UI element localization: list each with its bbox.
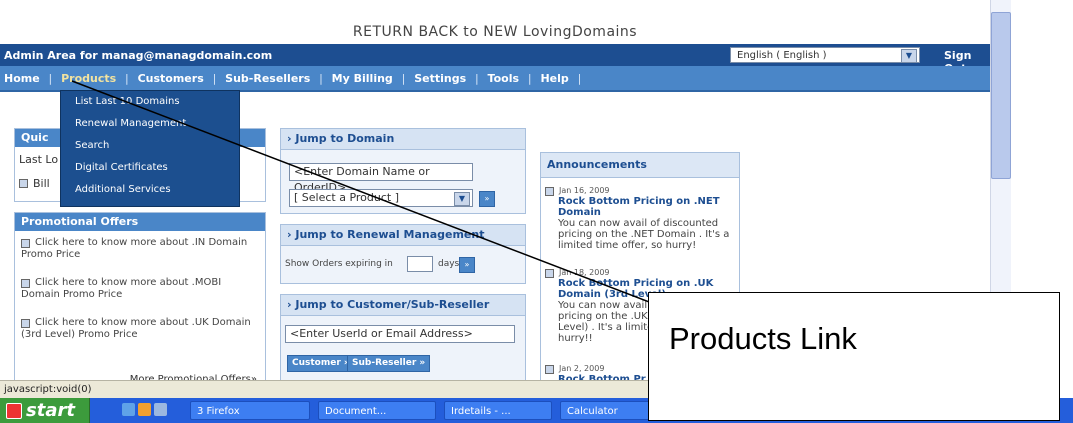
nav-separator: | bbox=[474, 72, 479, 85]
windows-logo-icon bbox=[6, 403, 22, 419]
start-button[interactable]: start bbox=[0, 398, 90, 423]
jump-to-domain-title: › Jump to Domain bbox=[281, 129, 525, 150]
jump-to-customer-box: › Jump to Customer/Sub-Reseller <Enter U… bbox=[280, 294, 526, 382]
main-nav: Home | Products | Customers | Sub-Resell… bbox=[0, 66, 990, 92]
bullet-icon bbox=[21, 319, 30, 328]
ie-icon[interactable] bbox=[122, 403, 135, 416]
nav-separator: | bbox=[48, 72, 53, 85]
vertical-scrollbar-thumb[interactable] bbox=[991, 12, 1011, 179]
menu-item-search[interactable]: Search bbox=[61, 135, 239, 157]
promo-item[interactable]: Click here to know more about .MOBI Doma… bbox=[21, 277, 256, 301]
promo-item[interactable]: Click here to know more about .UK Domain… bbox=[21, 317, 256, 341]
quick-billing-item[interactable]: Bill bbox=[19, 177, 50, 190]
announcement-body: You can now avail of discounted pricing … bbox=[558, 218, 730, 251]
nav-settings[interactable]: Settings bbox=[414, 72, 466, 85]
product-select[interactable]: [ Select a Product ] ▼ bbox=[289, 189, 473, 207]
nav-separator: | bbox=[527, 72, 532, 85]
nav-products[interactable]: Products bbox=[61, 72, 116, 85]
jump-domain-go-button[interactable]: » bbox=[479, 191, 495, 207]
quick-last-login: Last Lo bbox=[19, 153, 59, 166]
nav-separator: | bbox=[319, 72, 323, 85]
return-to-new-link[interactable]: RETURN BACK to NEW LovingDomains bbox=[0, 24, 990, 40]
menu-item-digital-certificates[interactable]: Digital Certificates bbox=[61, 157, 239, 179]
start-label: start bbox=[26, 400, 75, 421]
language-select[interactable]: English ( English ) ▼ bbox=[730, 47, 920, 63]
chevron-down-icon[interactable]: ▼ bbox=[454, 192, 470, 206]
nav-separator: | bbox=[125, 72, 129, 85]
bullet-icon bbox=[21, 279, 30, 288]
bullet-icon bbox=[545, 365, 554, 374]
firefox-icon[interactable] bbox=[138, 403, 151, 416]
renewal-label-after: days bbox=[438, 259, 460, 269]
domain-order-input[interactable]: <Enter Domain Name or OrderID> bbox=[289, 163, 473, 194]
sub-reseller-button[interactable]: Sub-Reseller » bbox=[347, 355, 431, 372]
nav-my-billing[interactable]: My Billing bbox=[332, 72, 393, 85]
menu-item-additional-services[interactable]: Additional Services bbox=[61, 179, 239, 201]
taskbar-firefox-group[interactable]: 3 Firefox bbox=[190, 401, 310, 420]
annotation-callout: Products Link bbox=[648, 292, 1060, 421]
annotation-callout-text: Products Link bbox=[669, 321, 857, 356]
renewal-label-before: Show Orders expiring in bbox=[285, 259, 393, 269]
admin-area-label: Admin Area for manag@managdomain.com bbox=[4, 49, 273, 62]
announcement-item: Jan 16, 2009 Rock Bottom Pricing on .NET… bbox=[545, 185, 735, 251]
taskbar-calculator[interactable]: Calculator bbox=[560, 401, 660, 420]
jump-to-domain-box: › Jump to Domain <Enter Domain Name or O… bbox=[280, 128, 526, 214]
products-dropdown-menu: List Last 10 Domains Renewal Management … bbox=[60, 90, 240, 207]
nav-separator: | bbox=[401, 72, 406, 85]
nav-separator: | bbox=[212, 72, 217, 85]
announcement-date: Jan 2, 2009 bbox=[559, 364, 605, 373]
promo-text: Click here to know more about .UK Domain… bbox=[21, 317, 251, 340]
admin-header-bar: Admin Area for manag@managdomain.com Eng… bbox=[0, 44, 990, 75]
announcement-title[interactable]: Rock Bottom Pricing on .NET Domain bbox=[558, 196, 735, 218]
bullet-icon bbox=[545, 269, 554, 278]
jump-to-customer-title: › Jump to Customer/Sub-Reseller bbox=[281, 295, 525, 316]
announcements-title: Announcements bbox=[541, 153, 739, 178]
jump-to-renewal-box: › Jump to Renewal Management Show Orders… bbox=[280, 224, 526, 284]
promotional-offers-title: Promotional Offers bbox=[15, 213, 265, 231]
nav-help[interactable]: Help bbox=[540, 72, 568, 85]
promo-text: Click here to know more about .MOBI Doma… bbox=[21, 277, 222, 300]
nav-customers[interactable]: Customers bbox=[138, 72, 204, 85]
jump-to-customer-title-text: Jump to Customer/Sub-Reseller bbox=[295, 298, 490, 311]
menu-item-list-last-10-domains[interactable]: List Last 10 Domains bbox=[61, 91, 239, 113]
chevron-down-icon[interactable]: ▼ bbox=[901, 49, 917, 63]
nav-separator: | bbox=[577, 72, 582, 85]
renewal-go-button[interactable]: » bbox=[459, 257, 475, 273]
desktop-icon[interactable] bbox=[154, 403, 167, 416]
customer-button[interactable]: Customer » bbox=[287, 355, 355, 372]
product-select-value: [ Select a Product ] bbox=[294, 191, 400, 204]
promotional-offers-box: Promotional Offers Click here to know mo… bbox=[14, 212, 266, 392]
announcement-date: Jan 18, 2009 bbox=[559, 268, 610, 277]
language-select-value: English ( English ) bbox=[737, 50, 827, 61]
nav-tools[interactable]: Tools bbox=[488, 72, 519, 85]
jump-to-renewal-title: › Jump to Renewal Management bbox=[281, 225, 525, 246]
taskbar-document[interactable]: Document... bbox=[318, 401, 436, 420]
announcement-date: Jan 16, 2009 bbox=[559, 186, 610, 195]
renewal-days-input[interactable] bbox=[407, 256, 433, 272]
taskbar-irdetails[interactable]: Irdetails - ... bbox=[444, 401, 552, 420]
promo-text: Click here to know more about .IN Domain… bbox=[21, 237, 248, 260]
nav-home[interactable]: Home bbox=[4, 72, 40, 85]
bullet-icon bbox=[545, 187, 554, 196]
jump-to-domain-title-text: Jump to Domain bbox=[295, 132, 395, 145]
customer-userid-input[interactable]: <Enter UserId or Email Address> bbox=[285, 325, 515, 343]
jump-to-renewal-title-text: Jump to Renewal Management bbox=[295, 228, 485, 241]
menu-item-renewal-management[interactable]: Renewal Management bbox=[61, 113, 239, 135]
quick-billing-label: Bill bbox=[33, 177, 50, 190]
bullet-icon bbox=[19, 179, 28, 188]
bullet-icon bbox=[21, 239, 30, 248]
main-nav-items: Home | Products | Customers | Sub-Resell… bbox=[0, 72, 586, 85]
nav-sub-resellers[interactable]: Sub-Resellers bbox=[225, 72, 310, 85]
promo-item[interactable]: Click here to know more about .IN Domain… bbox=[21, 237, 256, 261]
